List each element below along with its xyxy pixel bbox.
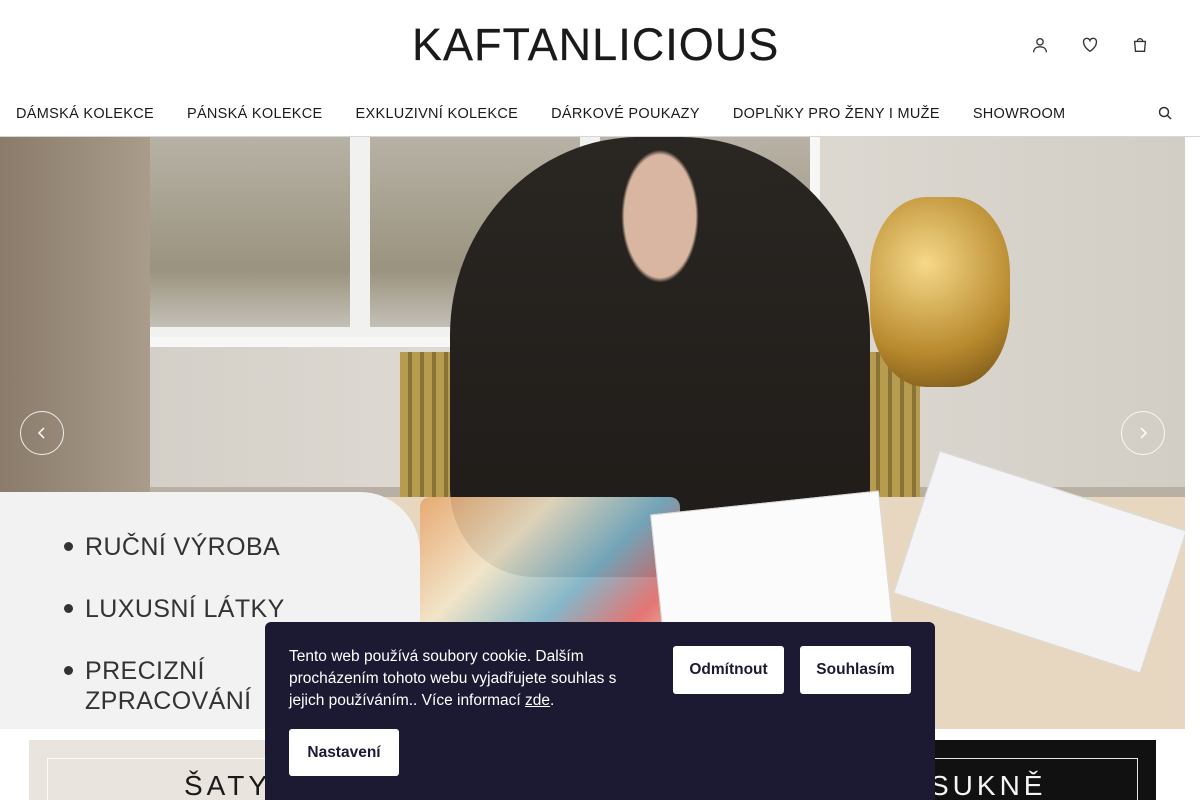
window-pane <box>150 137 350 327</box>
hero-bullet: LUXUSNÍ LÁTKY <box>64 594 285 624</box>
hero-bullet-text: PRECIZNÍ <box>85 657 205 685</box>
site-header: KAFTANLICIOUS DÁMSKÁ KOLEKCE PÁNSKÁ KOLE… <box>0 0 1200 137</box>
tile-label: SUKNĚ <box>930 770 1047 800</box>
search-icon[interactable] <box>1158 106 1172 120</box>
hero-gold-statue <box>870 197 1010 387</box>
nav-item-panska-kolekce[interactable]: PÁNSKÁ KOLEKCE <box>187 104 323 124</box>
hero-bullet-text: RUČNÍ VÝROBA <box>85 533 281 561</box>
cookie-text: Tento web používá soubory cookie. Dalším… <box>289 646 639 712</box>
hero-bullet: PRECIZNÍ <box>64 656 205 686</box>
heart-icon[interactable] <box>1080 34 1100 56</box>
slider-next-button[interactable] <box>1121 411 1165 455</box>
hero-bullet: RUČNÍ VÝROBA <box>64 532 280 562</box>
cookie-more-info-link[interactable]: zde <box>525 692 550 709</box>
hero-bullet-text: LUXUSNÍ LÁTKY <box>85 595 285 623</box>
hero-coat <box>0 137 150 517</box>
nav-item-damska-kolekce[interactable]: DÁMSKÁ KOLEKCE <box>16 104 154 124</box>
bullet-dot <box>64 541 73 551</box>
cookie-banner: Tento web používá soubory cookie. Dalším… <box>265 622 935 800</box>
nav-item-darkove-poukazy[interactable]: DÁRKOVÉ POUKAZY <box>551 104 700 124</box>
nav-item-exkluzivni-kolekce[interactable]: EXKLUZIVNÍ KOLEKCE <box>356 104 519 124</box>
chevron-right-icon <box>1140 427 1148 439</box>
cookie-suffix: . <box>550 692 555 709</box>
cookie-settings-button[interactable]: Nastavení <box>289 729 399 776</box>
cookie-message: Tento web používá soubory cookie. Dalším… <box>289 648 617 709</box>
tile-label: ŠATY <box>184 770 272 800</box>
hero-bullet-continuation: ZPRACOVÁNÍ <box>85 687 252 715</box>
nav-item-doplnky[interactable]: DOPLŇKY PRO ŽENY I MUŽE <box>733 104 940 124</box>
slider-prev-button[interactable] <box>20 411 64 455</box>
cart-icon[interactable] <box>1130 34 1150 56</box>
bullet-dot <box>64 603 73 613</box>
cookie-decline-button[interactable]: Odmítnout <box>673 646 784 694</box>
bullet-dot <box>64 665 73 675</box>
main-nav: DÁMSKÁ KOLEKCE PÁNSKÁ KOLEKCE EXKLUZIVNÍ… <box>16 104 1098 124</box>
cookie-accept-button[interactable]: Souhlasím <box>800 646 911 694</box>
nav-item-showroom[interactable]: SHOWROOM <box>973 104 1066 124</box>
user-icon[interactable] <box>1030 34 1050 56</box>
chevron-left-icon <box>37 427 45 439</box>
header-icons <box>1030 34 1150 56</box>
logo[interactable]: KAFTANLICIOUS <box>412 21 778 68</box>
